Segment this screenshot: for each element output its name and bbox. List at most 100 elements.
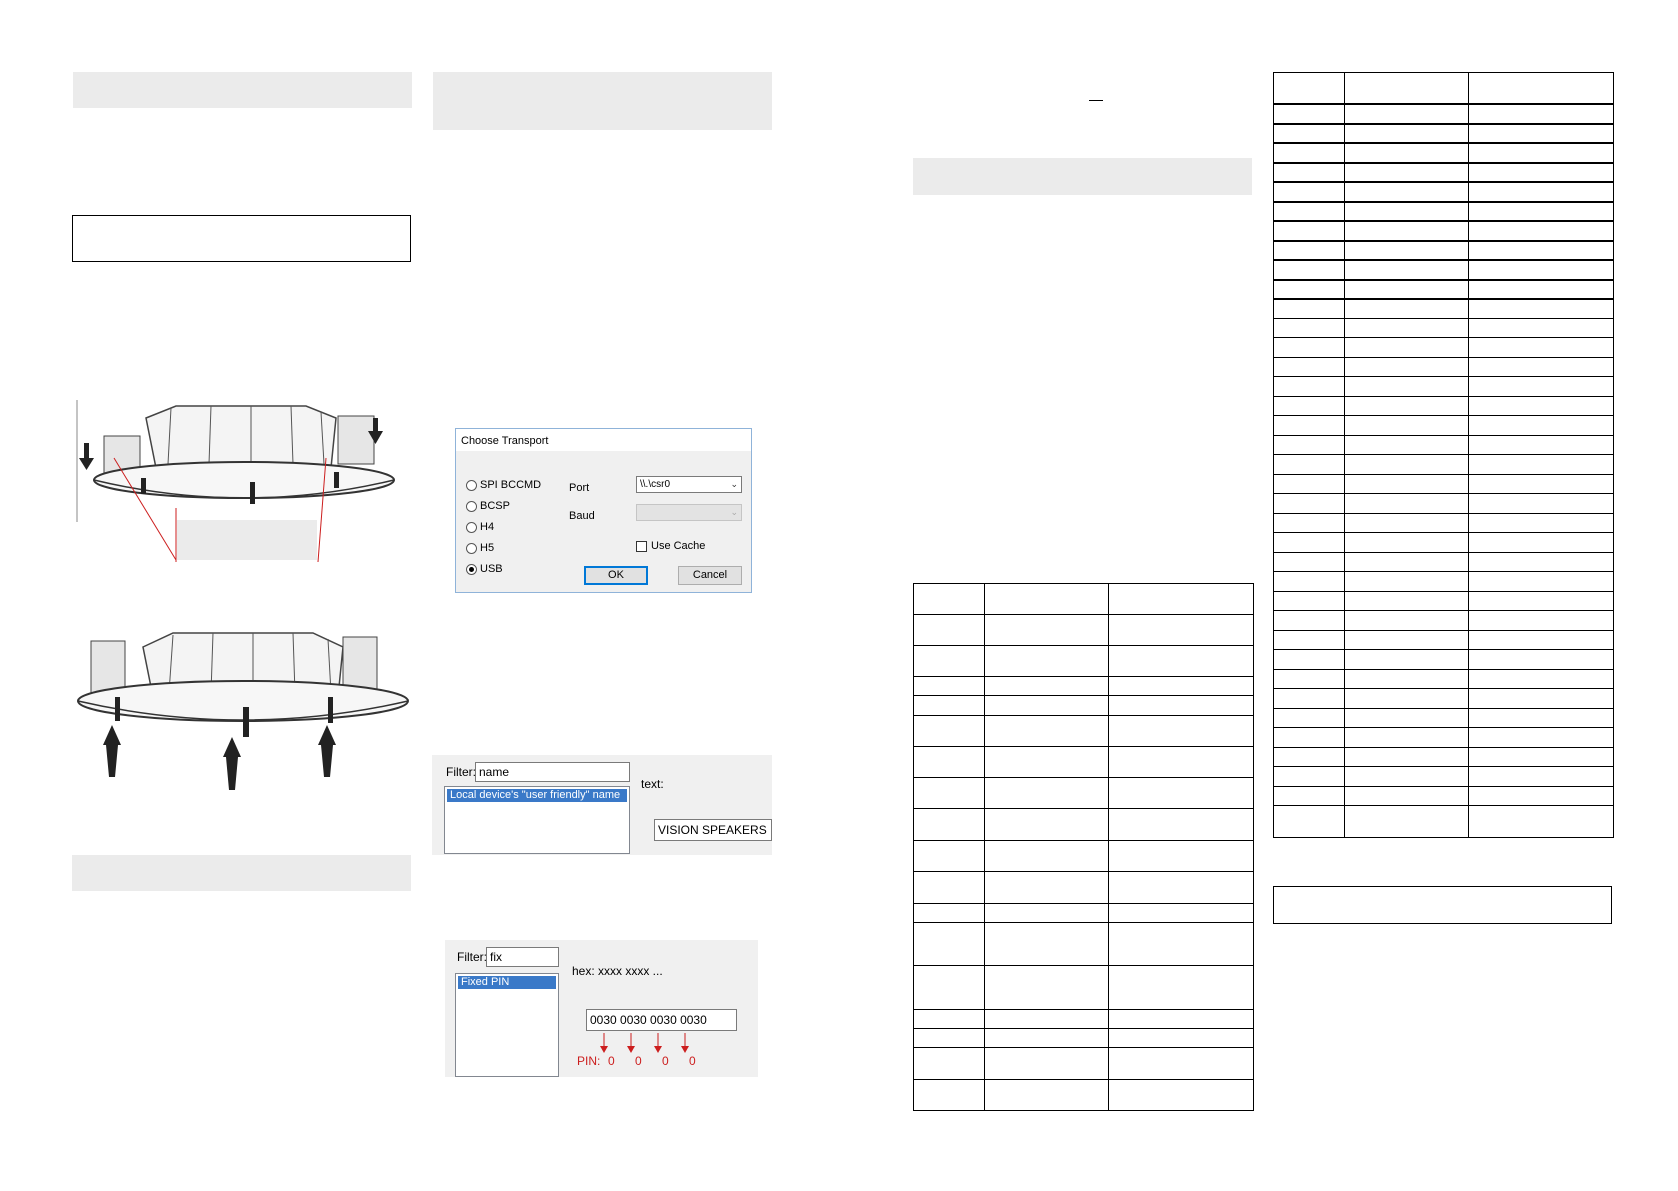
radio-label: H5 bbox=[480, 542, 495, 554]
pin-digit: 0 bbox=[608, 1054, 615, 1068]
list-item-selected[interactable]: Local device's "user friendly" name bbox=[447, 789, 627, 802]
table-row bbox=[913, 871, 1254, 904]
dialog-title: Choose Transport bbox=[461, 435, 549, 447]
table-row bbox=[913, 695, 1254, 716]
pin-filter-panel: Filter: fix Fixed PIN hex: xxxx xxxx ...… bbox=[445, 940, 758, 1077]
pin-digit: 0 bbox=[635, 1054, 642, 1068]
table-1 bbox=[913, 583, 1254, 1111]
table-row bbox=[913, 965, 1254, 1010]
text-value-input[interactable]: VISION SPEAKERS bbox=[654, 819, 772, 841]
filter-input[interactable]: name bbox=[475, 762, 630, 782]
radio-label: BCSP bbox=[480, 500, 510, 512]
list-item-selected[interactable]: Fixed PIN bbox=[458, 976, 556, 989]
hex-value-input[interactable]: 0030 0030 0030 0030 bbox=[586, 1009, 737, 1031]
pin-label: PIN: bbox=[577, 1054, 601, 1068]
radio-label: SPI BCCMD bbox=[480, 479, 542, 491]
name-filter-panel: Filter: name Local device's "user friend… bbox=[432, 755, 772, 855]
radio-spi-bccmd[interactable]: SPI BCCMD bbox=[466, 479, 541, 491]
table-row bbox=[1273, 220, 1614, 242]
table-row bbox=[913, 840, 1254, 872]
radio-circle[interactable] bbox=[466, 479, 477, 491]
filter-label: Filter: bbox=[457, 950, 487, 964]
table-2 bbox=[1273, 72, 1614, 838]
choose-transport-dialog: Choose Transport SPI BCCMD BCSP H4 H5 US… bbox=[455, 428, 752, 593]
radio-circle[interactable] bbox=[466, 521, 477, 533]
radio-h5[interactable]: H5 bbox=[466, 542, 494, 554]
key-list[interactable]: Fixed PIN bbox=[455, 973, 559, 1077]
radio-circle[interactable] bbox=[466, 500, 477, 512]
section-header-bar-4 bbox=[913, 158, 1252, 195]
table-row bbox=[1273, 727, 1614, 748]
table-row bbox=[1273, 201, 1614, 222]
table-row bbox=[1273, 532, 1614, 553]
table-row bbox=[913, 903, 1254, 923]
table-row bbox=[1273, 688, 1614, 709]
table-row bbox=[1273, 435, 1614, 455]
table-row bbox=[1273, 259, 1614, 281]
radio-h4[interactable]: H4 bbox=[466, 521, 494, 533]
table-row bbox=[1273, 708, 1614, 728]
table-row bbox=[1273, 337, 1614, 358]
port-select[interactable]: \\.\csr0 ⌄ bbox=[636, 476, 742, 493]
table-row bbox=[1273, 415, 1614, 436]
table-row bbox=[1273, 376, 1614, 397]
speaker-mounting-illustration-down bbox=[76, 398, 411, 563]
short-rule bbox=[1089, 100, 1103, 101]
table-row bbox=[1273, 240, 1614, 261]
table-row bbox=[913, 715, 1254, 747]
table-row bbox=[913, 922, 1254, 966]
pin-digit: 0 bbox=[689, 1054, 696, 1068]
table-row bbox=[913, 645, 1254, 677]
table-row bbox=[1273, 454, 1614, 475]
table-row bbox=[913, 777, 1254, 809]
key-list[interactable]: Local device's "user friendly" name bbox=[444, 786, 630, 854]
baud-label: Baud bbox=[569, 510, 595, 522]
table-row bbox=[1273, 493, 1614, 514]
hex-label: hex: xxxx xxxx ... bbox=[572, 964, 663, 978]
table-row bbox=[1273, 747, 1614, 767]
table-row bbox=[1273, 669, 1614, 689]
pin-digit: 0 bbox=[662, 1054, 669, 1068]
radio-usb[interactable]: USB bbox=[466, 563, 503, 575]
section-header-bar-1 bbox=[73, 72, 412, 108]
speaker-mounting-illustration-up bbox=[73, 627, 413, 792]
filter-input[interactable]: fix bbox=[486, 947, 559, 967]
table-row bbox=[1273, 786, 1614, 806]
table-row bbox=[1273, 357, 1614, 377]
table-row bbox=[1273, 142, 1614, 164]
table-row bbox=[1273, 805, 1614, 838]
table-row bbox=[1273, 610, 1614, 631]
table-row bbox=[1273, 552, 1614, 572]
table-row bbox=[1273, 72, 1614, 105]
cancel-button[interactable]: Cancel bbox=[678, 566, 742, 585]
table-row bbox=[1273, 766, 1614, 787]
table-row bbox=[1273, 318, 1614, 338]
note-box-1 bbox=[72, 215, 411, 262]
ok-button[interactable]: OK bbox=[584, 566, 648, 585]
use-cache-checkbox[interactable] bbox=[636, 541, 647, 552]
table-row bbox=[913, 1028, 1254, 1048]
pin-mapping-arrows bbox=[600, 1033, 689, 1053]
table-row bbox=[1273, 162, 1614, 183]
radio-circle[interactable] bbox=[466, 542, 477, 554]
table-row bbox=[1273, 513, 1614, 533]
table-row bbox=[913, 1047, 1254, 1080]
table-row bbox=[1273, 181, 1614, 203]
table-row bbox=[1273, 298, 1614, 319]
baud-select: ⌄ bbox=[636, 504, 742, 521]
table-row bbox=[913, 614, 1254, 646]
radio-circle-selected[interactable] bbox=[466, 563, 477, 575]
chevron-down-icon: ⌄ bbox=[730, 507, 738, 517]
radio-bcsp[interactable]: BCSP bbox=[466, 500, 510, 512]
table-row bbox=[1273, 123, 1614, 144]
table-row bbox=[1273, 571, 1614, 592]
section-header-bar-3 bbox=[433, 72, 772, 130]
table-row bbox=[913, 583, 1254, 615]
table-row bbox=[913, 1079, 1254, 1111]
text-label: text: bbox=[641, 777, 664, 791]
radio-label: USB bbox=[480, 563, 503, 575]
port-value: \\.\csr0 bbox=[640, 479, 671, 490]
table-row bbox=[1273, 630, 1614, 650]
chevron-down-icon[interactable]: ⌄ bbox=[730, 477, 738, 492]
note-box-2 bbox=[1273, 886, 1612, 924]
